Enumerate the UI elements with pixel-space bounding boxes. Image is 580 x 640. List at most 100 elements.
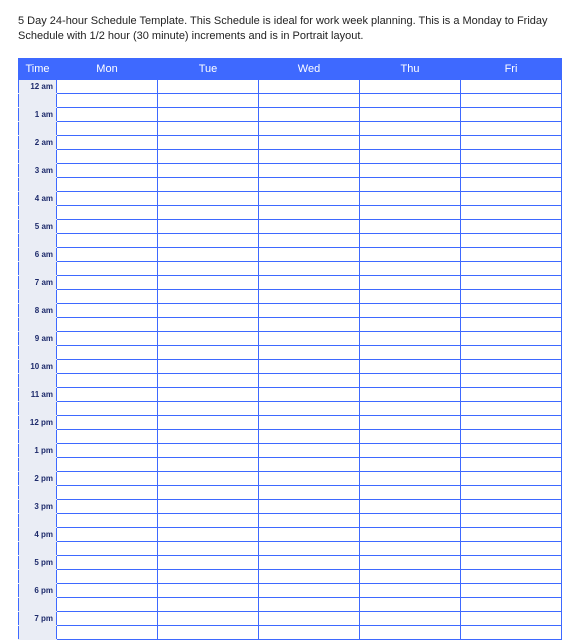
schedule-cell[interactable] [461,499,562,513]
schedule-cell[interactable] [360,443,461,457]
schedule-cell[interactable] [158,177,259,191]
schedule-cell[interactable] [158,527,259,541]
schedule-cell[interactable] [360,499,461,513]
schedule-cell[interactable] [158,303,259,317]
schedule-cell[interactable] [158,233,259,247]
schedule-cell[interactable] [461,513,562,527]
schedule-cell[interactable] [259,359,360,373]
schedule-cell[interactable] [360,303,461,317]
schedule-cell[interactable] [461,373,562,387]
schedule-cell[interactable] [259,499,360,513]
schedule-cell[interactable] [57,499,158,513]
schedule-cell[interactable] [360,177,461,191]
schedule-cell[interactable] [158,597,259,611]
schedule-cell[interactable] [461,415,562,429]
schedule-cell[interactable] [158,275,259,289]
schedule-cell[interactable] [57,401,158,415]
schedule-cell[interactable] [259,611,360,625]
schedule-cell[interactable] [158,149,259,163]
schedule-cell[interactable] [158,415,259,429]
schedule-cell[interactable] [259,583,360,597]
schedule-cell[interactable] [57,261,158,275]
schedule-cell[interactable] [259,317,360,331]
schedule-cell[interactable] [360,401,461,415]
schedule-cell[interactable] [158,373,259,387]
schedule-cell[interactable] [461,387,562,401]
schedule-cell[interactable] [57,93,158,107]
schedule-cell[interactable] [57,583,158,597]
schedule-cell[interactable] [57,611,158,625]
schedule-cell[interactable] [57,541,158,555]
schedule-cell[interactable] [360,219,461,233]
schedule-cell[interactable] [259,527,360,541]
schedule-cell[interactable] [360,275,461,289]
schedule-cell[interactable] [461,93,562,107]
schedule-cell[interactable] [360,191,461,205]
schedule-cell[interactable] [461,583,562,597]
schedule-cell[interactable] [360,429,461,443]
schedule-cell[interactable] [461,107,562,121]
schedule-cell[interactable] [360,373,461,387]
schedule-cell[interactable] [57,107,158,121]
schedule-cell[interactable] [360,611,461,625]
schedule-cell[interactable] [360,555,461,569]
schedule-cell[interactable] [259,485,360,499]
schedule-cell[interactable] [360,331,461,345]
schedule-cell[interactable] [158,569,259,583]
schedule-cell[interactable] [259,163,360,177]
schedule-cell[interactable] [158,79,259,93]
schedule-cell[interactable] [57,177,158,191]
schedule-cell[interactable] [57,373,158,387]
schedule-cell[interactable] [461,317,562,331]
schedule-cell[interactable] [461,597,562,611]
schedule-cell[interactable] [57,331,158,345]
schedule-cell[interactable] [158,429,259,443]
schedule-cell[interactable] [259,625,360,639]
schedule-cell[interactable] [461,345,562,359]
schedule-cell[interactable] [360,205,461,219]
schedule-cell[interactable] [360,121,461,135]
schedule-cell[interactable] [360,247,461,261]
schedule-cell[interactable] [57,457,158,471]
schedule-cell[interactable] [259,331,360,345]
schedule-cell[interactable] [259,205,360,219]
schedule-cell[interactable] [461,569,562,583]
schedule-cell[interactable] [158,541,259,555]
schedule-cell[interactable] [360,415,461,429]
schedule-cell[interactable] [461,625,562,639]
schedule-cell[interactable] [259,345,360,359]
schedule-cell[interactable] [360,485,461,499]
schedule-cell[interactable] [57,205,158,219]
schedule-cell[interactable] [158,163,259,177]
schedule-cell[interactable] [461,401,562,415]
schedule-cell[interactable] [360,471,461,485]
schedule-cell[interactable] [158,611,259,625]
schedule-cell[interactable] [57,485,158,499]
schedule-cell[interactable] [259,219,360,233]
schedule-cell[interactable] [360,135,461,149]
schedule-cell[interactable] [57,471,158,485]
schedule-cell[interactable] [259,79,360,93]
schedule-cell[interactable] [461,527,562,541]
schedule-cell[interactable] [57,303,158,317]
schedule-cell[interactable] [158,107,259,121]
schedule-cell[interactable] [158,247,259,261]
schedule-cell[interactable] [158,499,259,513]
schedule-cell[interactable] [461,611,562,625]
schedule-cell[interactable] [461,457,562,471]
schedule-cell[interactable] [57,555,158,569]
schedule-cell[interactable] [360,387,461,401]
schedule-cell[interactable] [158,387,259,401]
schedule-cell[interactable] [360,317,461,331]
schedule-cell[interactable] [259,107,360,121]
schedule-cell[interactable] [57,317,158,331]
schedule-cell[interactable] [158,471,259,485]
schedule-cell[interactable] [259,261,360,275]
schedule-cell[interactable] [158,317,259,331]
schedule-cell[interactable] [461,121,562,135]
schedule-cell[interactable] [57,513,158,527]
schedule-cell[interactable] [158,555,259,569]
schedule-cell[interactable] [259,247,360,261]
schedule-cell[interactable] [158,359,259,373]
schedule-cell[interactable] [259,415,360,429]
